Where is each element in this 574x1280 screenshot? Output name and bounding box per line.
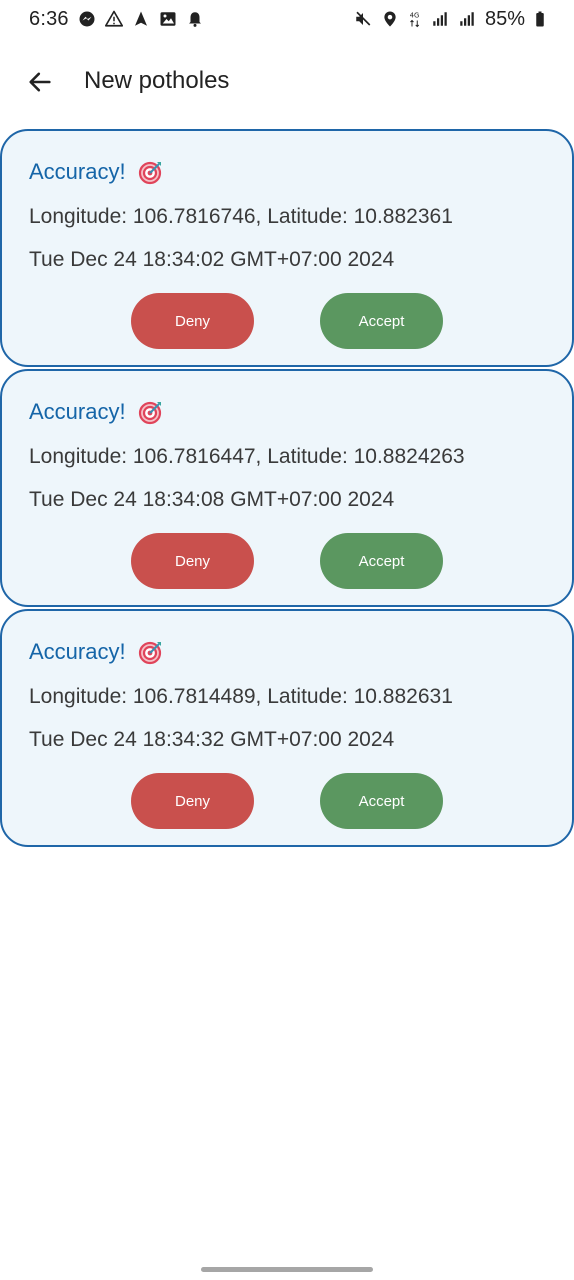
battery-icon (534, 10, 546, 28)
accept-button[interactable]: Accept (320, 533, 443, 589)
accept-button[interactable]: Accept (320, 293, 443, 349)
card-title-row: Accuracy! (29, 399, 164, 425)
target-icon (138, 159, 164, 185)
coordinates-text: Longitude: 106.7816447, Latitude: 10.882… (29, 445, 465, 468)
status-bar: 6:36 4G 85% (0, 0, 574, 38)
status-bar-left: 6:36 (29, 8, 204, 31)
status-bar-right: 4G 85% (354, 8, 546, 31)
pothole-list: Accuracy! Longitude: 106.7816746, Latitu… (0, 129, 574, 849)
deny-button[interactable]: Deny (131, 293, 254, 349)
pothole-card: Accuracy! Longitude: 106.7814489, Latitu… (0, 609, 574, 847)
page-title: New potholes (84, 67, 230, 94)
timestamp-text: Tue Dec 24 18:34:08 GMT+07:00 2024 (29, 488, 395, 511)
card-title-row: Accuracy! (29, 639, 164, 665)
home-indicator[interactable] (201, 1267, 373, 1272)
app-bar: New potholes (0, 52, 574, 112)
target-icon (138, 639, 164, 665)
signal-icon (431, 10, 449, 28)
pothole-card: Accuracy! Longitude: 106.7816746, Latitu… (0, 129, 574, 367)
status-time: 6:36 (29, 7, 69, 30)
svg-text:4G: 4G (410, 12, 420, 20)
deny-button[interactable]: Deny (131, 773, 254, 829)
timestamp-text: Tue Dec 24 18:34:02 GMT+07:00 2024 (29, 248, 395, 271)
coordinates-text: Longitude: 106.7814489, Latitude: 10.882… (29, 685, 453, 708)
card-title: Accuracy! (29, 159, 126, 184)
warning-icon (104, 10, 123, 28)
deny-button[interactable]: Deny (131, 533, 254, 589)
battery-percent: 85% (484, 7, 525, 30)
coordinates-text: Longitude: 106.7816746, Latitude: 10.882… (29, 205, 453, 228)
pothole-card: Accuracy! Longitude: 106.7816447, Latitu… (0, 369, 574, 607)
accept-button[interactable]: Accept (320, 773, 443, 829)
mute-icon (354, 10, 372, 28)
card-title-row: Accuracy! (29, 159, 164, 185)
gallery-icon (159, 10, 177, 28)
back-button[interactable] (24, 66, 56, 98)
card-title: Accuracy! (29, 639, 126, 664)
network-4g-icon: 4G (408, 10, 422, 28)
messenger-icon (78, 10, 96, 28)
location-icon (381, 10, 399, 28)
notification-bell-icon (186, 10, 204, 28)
target-icon (138, 399, 164, 425)
timestamp-text: Tue Dec 24 18:34:32 GMT+07:00 2024 (29, 728, 395, 751)
card-title: Accuracy! (29, 399, 126, 424)
arrow-left-icon (26, 68, 54, 96)
signal-icon (458, 10, 476, 28)
navigation-icon (132, 10, 150, 28)
